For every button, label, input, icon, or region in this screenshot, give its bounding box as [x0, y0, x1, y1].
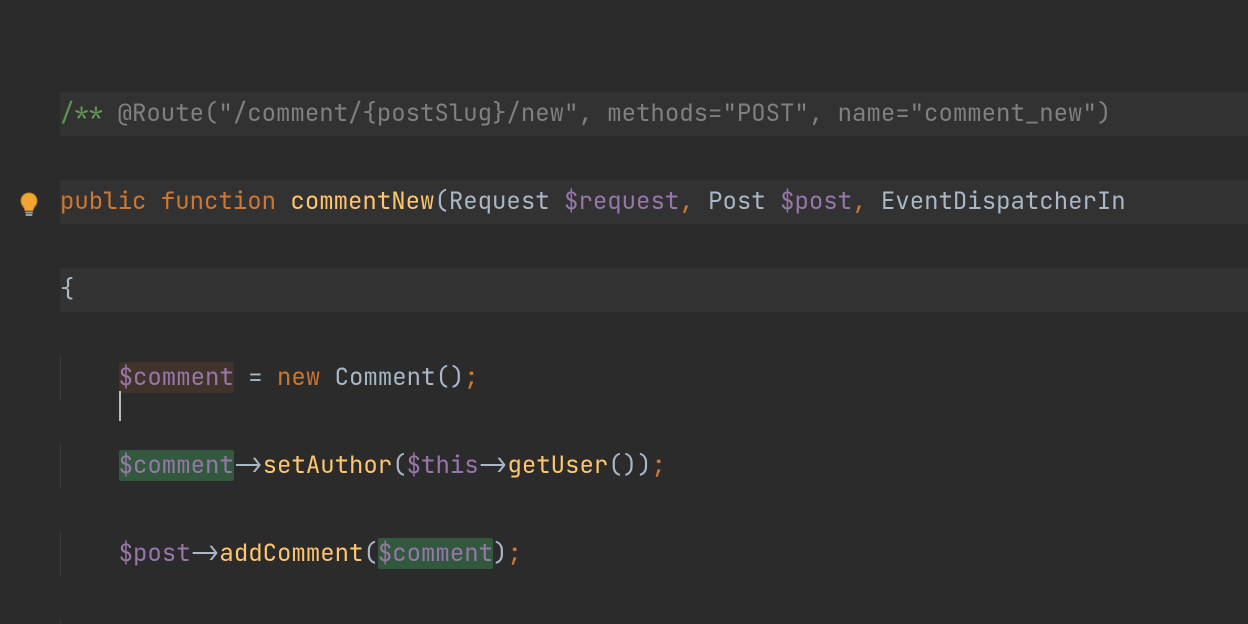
paren-open: ( — [363, 538, 377, 569]
code-editor[interactable]: /** @Route("/comment/{postSlug}/new", me… — [0, 0, 1248, 624]
var-comment: $comment — [119, 362, 234, 393]
keyword-new: new — [277, 362, 320, 393]
methods-key: methods= — [607, 98, 722, 129]
operator-assign: = — [234, 362, 277, 393]
code-line: $comment->setAuthor($this->getUser()); — [60, 444, 1248, 488]
blank-line — [60, 620, 1248, 624]
code-line: $comment = new Comment(); — [60, 356, 1248, 400]
intention-bulb[interactable] — [18, 192, 40, 218]
doc-comment-line: /** @Route("/comment/{postSlug}/new", me… — [60, 92, 1248, 136]
name-val: "comment_new" — [910, 98, 1097, 129]
code-line: $post->addComment($comment); — [60, 532, 1248, 576]
function-name: commentNew — [290, 186, 434, 217]
method-getUser: getUser — [507, 450, 608, 481]
var-comment: $comment — [119, 450, 234, 481]
brace-open: { — [60, 274, 74, 305]
param-var: $request — [564, 186, 679, 217]
arrow-operator: -> — [234, 450, 263, 481]
editor-gutter — [0, 0, 60, 624]
call-tail: () — [435, 362, 464, 393]
method-setAuthor: setAuthor — [263, 450, 393, 481]
methods-val: "POST" — [722, 98, 808, 129]
var-post: $post — [119, 538, 191, 569]
arrow-operator: -> — [479, 450, 508, 481]
paren-open: ( — [204, 98, 218, 129]
brace-open-line: { — [60, 268, 1248, 312]
function-signature-line: public function commentNew(Request $requ… — [60, 180, 1248, 224]
keyword-public: public — [60, 186, 146, 217]
separator: , — [809, 98, 838, 129]
param-type: Request — [449, 186, 550, 217]
separator: , — [578, 98, 607, 129]
lightbulb-icon — [18, 192, 40, 218]
class-name: Comment — [335, 362, 436, 393]
paren-close: ) — [1097, 98, 1111, 129]
paren-open: ( — [392, 450, 406, 481]
param-type: Post — [708, 186, 766, 217]
doc-open: /** — [60, 98, 103, 129]
arrow-operator: -> — [191, 538, 220, 569]
var-this: $this — [407, 450, 479, 481]
route-path: "/comment/{postSlug}/new" — [218, 98, 578, 129]
annotation-name: @Route — [118, 98, 204, 129]
method-addComment: addComment — [219, 538, 363, 569]
name-key: name= — [838, 98, 910, 129]
keyword-function: function — [161, 186, 276, 217]
code-area[interactable]: /** @Route("/comment/{postSlug}/new", me… — [60, 0, 1248, 624]
var-comment: $comment — [378, 538, 493, 569]
param-type: EventDispatcherIn — [881, 186, 1126, 217]
param-var: $post — [780, 186, 852, 217]
